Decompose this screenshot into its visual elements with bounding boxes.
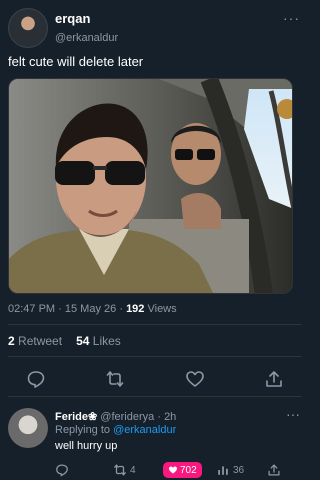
share-icon[interactable] bbox=[264, 369, 284, 389]
retweet-icon[interactable] bbox=[105, 369, 125, 389]
reply-author: Feride❀ @feriderya · 2h bbox=[55, 410, 176, 423]
reply-views-button[interactable]: 36 bbox=[217, 460, 244, 480]
more-icon[interactable]: ··· bbox=[283, 10, 300, 26]
likes-label: Likes bbox=[92, 334, 121, 348]
reply-handle[interactable]: @feriderya bbox=[100, 411, 154, 423]
reply-avatar[interactable] bbox=[8, 408, 48, 448]
views-count: 192 bbox=[126, 303, 145, 315]
views-icon bbox=[218, 466, 228, 475]
meta-separator: · bbox=[157, 411, 161, 423]
engagement-stats: 2 Retweet 54 Likes bbox=[8, 334, 121, 348]
more-icon[interactable]: ··· bbox=[286, 406, 300, 422]
reply-display-name[interactable]: Feride bbox=[55, 411, 88, 423]
retweets-label: Retweet bbox=[18, 334, 63, 348]
heart-icon[interactable] bbox=[185, 369, 205, 389]
photo-illustration bbox=[9, 79, 292, 293]
tweet-text: felt cute will delete later bbox=[8, 54, 144, 69]
tweet-meta: 02:47 PM · 15 May 26 · 192 Views bbox=[8, 303, 177, 315]
retweets-count: 2 bbox=[8, 334, 15, 348]
display-name[interactable]: erqan bbox=[55, 11, 90, 26]
reply-views-count: 36 bbox=[233, 464, 245, 476]
tweet-header: erqan @erkanaldur ··· bbox=[8, 8, 302, 48]
tweet-time: 02:47 PM bbox=[8, 303, 56, 315]
heart-icon bbox=[169, 466, 177, 474]
tweet-photo[interactable] bbox=[8, 78, 293, 294]
likes-count: 54 bbox=[76, 334, 90, 348]
meta-separator: · bbox=[58, 303, 65, 315]
reply-icon[interactable] bbox=[55, 460, 69, 480]
action-bar bbox=[26, 368, 284, 390]
divider bbox=[8, 356, 302, 357]
reply-retweet-button[interactable]: 4 bbox=[113, 460, 136, 480]
views-label: Views bbox=[147, 303, 177, 315]
tweet-date: 15 May 26 bbox=[64, 303, 117, 315]
reply-action-bar: 4 702 36 bbox=[55, 460, 295, 480]
divider bbox=[8, 396, 302, 397]
like-pill: 702 bbox=[163, 462, 202, 478]
reply-tweet[interactable]: Feride❀ @feriderya · 2h ··· Replying to … bbox=[8, 404, 302, 480]
retweet-icon bbox=[114, 464, 126, 476]
reply-icon[interactable] bbox=[26, 369, 46, 389]
reply-text: well hurry up bbox=[55, 440, 118, 452]
avatar[interactable] bbox=[8, 8, 48, 48]
reply-like-button[interactable]: 702 bbox=[163, 460, 202, 480]
replying-to: Replying to @erkanaldur bbox=[55, 424, 176, 436]
share-icon[interactable] bbox=[267, 460, 281, 480]
replying-handle-link[interactable]: @erkanaldur bbox=[113, 424, 176, 436]
reply-like-count: 702 bbox=[180, 464, 197, 476]
divider bbox=[8, 324, 302, 325]
retweets-stat[interactable]: 2 Retweet bbox=[8, 334, 62, 348]
reply-name-emoji: ❀ bbox=[88, 411, 98, 423]
replying-prefix: Replying to bbox=[55, 424, 111, 436]
likes-stat[interactable]: 54 Likes bbox=[76, 334, 121, 348]
reply-time: 2h bbox=[164, 411, 177, 423]
handle[interactable]: @erkanaldur bbox=[55, 32, 118, 44]
reply-retweet-count: 4 bbox=[130, 464, 136, 476]
